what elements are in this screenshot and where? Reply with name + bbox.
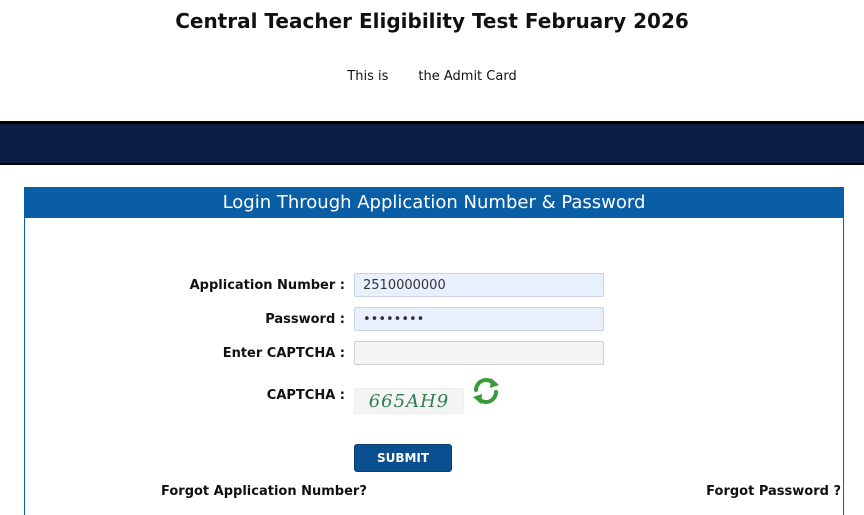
captcha-entry-label: Enter CAPTCHA : <box>222 346 345 361</box>
page-subtitle: This is the Admit Card <box>0 69 864 84</box>
forgot-password-link[interactable]: Forgot Password ? <box>706 484 841 499</box>
subtitle-text-right: the Admit Card <box>418 69 517 84</box>
refresh-icon[interactable] <box>470 375 502 407</box>
login-panel: Login Through Application Number & Passw… <box>24 187 844 515</box>
subtitle-text-left: This is <box>347 69 389 84</box>
application-number-label: Application Number : <box>189 278 345 293</box>
page-title: Central Teacher Eligibility Test Februar… <box>175 9 689 33</box>
captcha-image: 665AH9 <box>354 388 464 414</box>
panel-title: Login Through Application Number & Passw… <box>25 188 843 218</box>
forgot-application-number-link[interactable]: Forgot Application Number? <box>161 484 367 499</box>
captcha-entry-input[interactable] <box>354 341 604 365</box>
application-number-input[interactable] <box>354 273 604 297</box>
password-input[interactable] <box>354 307 604 331</box>
navigation-band <box>0 121 864 165</box>
captcha-label: CAPTCHA : <box>266 388 345 403</box>
submit-button[interactable]: SUBMIT <box>354 444 452 472</box>
password-label: Password : <box>265 312 345 327</box>
